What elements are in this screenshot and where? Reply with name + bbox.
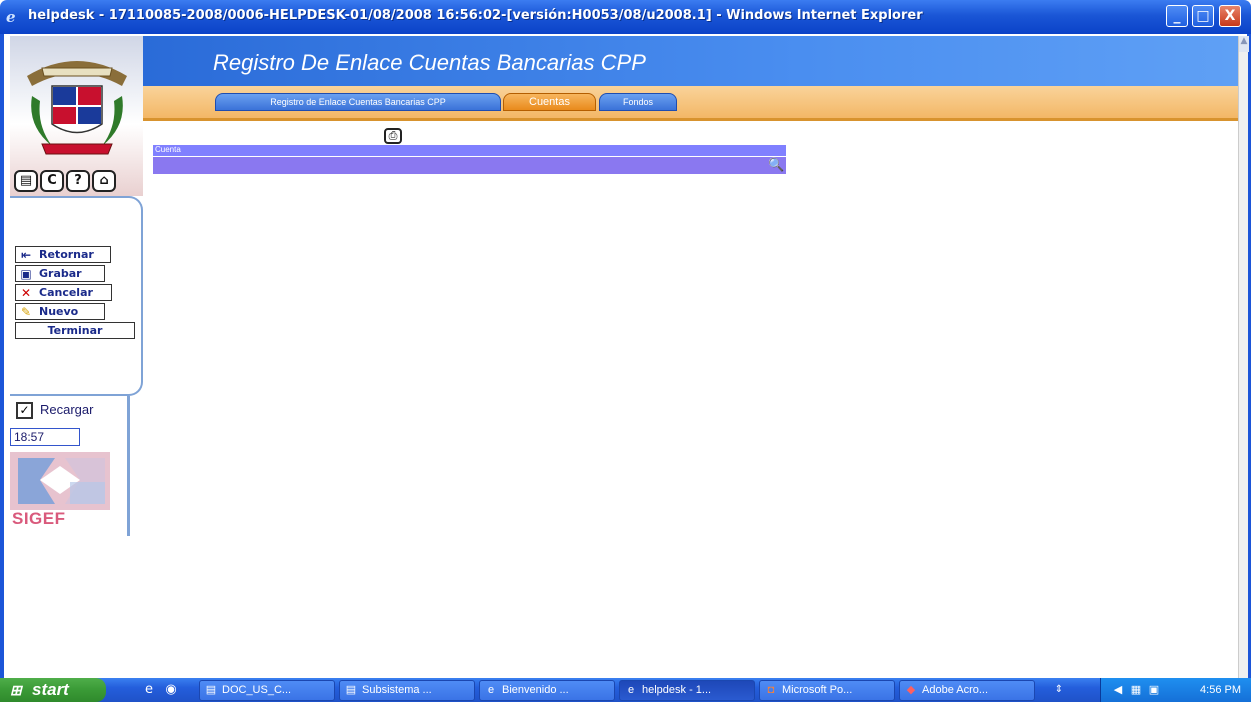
- header-divider: [143, 118, 1238, 121]
- taskbar-overflow-icon[interactable]: ⇕: [1050, 681, 1068, 699]
- grabar-label: Grabar: [39, 267, 82, 280]
- close-button[interactable]: X: [1219, 5, 1241, 27]
- window-title-bar[interactable]: e helpdesk - 17110085-2008/0006-HELPDESK…: [0, 0, 1251, 34]
- cancelar-label: Cancelar: [39, 286, 93, 299]
- sigef-logo-text: SIGEF: [12, 509, 66, 528]
- retornar-button[interactable]: ⇤ Retornar: [15, 246, 111, 263]
- taskbar-label: helpdesk - 1...: [642, 684, 712, 696]
- sidebar-header: ▤ C ? ⌂: [10, 36, 143, 196]
- pencil-icon: ✎: [20, 304, 32, 319]
- internet-explorer-icon: e: [487, 684, 495, 696]
- grid-filter-row[interactable]: 🔍: [153, 156, 786, 174]
- start-label: start: [32, 680, 69, 699]
- nuevo-label: Nuevo: [39, 305, 79, 318]
- left-sidebar: ▤ C ? ⌂ ⇤ Retornar ▣ Grabar ✕ Cancelar ✎…: [10, 36, 143, 536]
- coat-of-arms-logo: [27, 61, 127, 155]
- taskbar-label: Bienvenido ...: [502, 684, 569, 696]
- browser-content-area: [0, 34, 1251, 678]
- windows-flag-icon: ⊞: [10, 682, 22, 698]
- print-icon[interactable]: ⎙: [384, 128, 402, 144]
- terminar-button[interactable]: Terminar: [15, 322, 135, 339]
- nuevo-button[interactable]: ✎ Nuevo: [15, 303, 105, 320]
- taskbar-label: DOC_US_C...: [222, 684, 292, 696]
- retornar-label: Retornar: [39, 248, 94, 261]
- word-doc-icon: ▤: [345, 684, 357, 696]
- document-icon[interactable]: ▤: [14, 170, 38, 192]
- sidebar-footer: ✓ Recargar 18:57 SIGEF: [10, 396, 130, 536]
- window-title: helpdesk - 17110085-2008/0006-HELPDESK-0…: [28, 8, 923, 23]
- vertical-scrollbar[interactable]: ▲: [1238, 36, 1249, 678]
- taskbar-button-doc[interactable]: ▤ DOC_US_C...: [199, 680, 335, 701]
- tab-cuentas[interactable]: Cuentas: [503, 93, 596, 111]
- header-title-bar: Registro De Enlace Cuentas Bancarias CPP: [143, 36, 1238, 86]
- start-button[interactable]: ⊞ start: [0, 678, 106, 702]
- acrobat-icon: ◆: [906, 684, 916, 696]
- quicklaunch-browser-icon[interactable]: ◉: [162, 681, 180, 699]
- powerpoint-icon: ◘: [767, 684, 775, 696]
- taskbar-button-bienvenido[interactable]: e Bienvenido ...: [479, 680, 615, 701]
- cancel-icon: ✕: [20, 285, 32, 300]
- taskbar-label: Adobe Acro...: [922, 684, 989, 696]
- quicklaunch-ie-icon[interactable]: e: [140, 681, 158, 699]
- taskbar-button-acrobat[interactable]: ◆ Adobe Acro...: [899, 680, 1035, 701]
- system-tray: ◀ ▦ ▣ 4:56 PM: [1100, 678, 1251, 702]
- taskbar-label: Subsistema ...: [362, 684, 432, 696]
- tab-registro-enlace[interactable]: Registro de Enlace Cuentas Bancarias CPP: [215, 93, 501, 111]
- tray-network-icon[interactable]: ▦: [1129, 683, 1143, 697]
- taskbar-button-powerpoint[interactable]: ◘ Microsoft Po...: [759, 680, 895, 701]
- home-icon[interactable]: ⌂: [92, 170, 116, 192]
- terminar-label: Terminar: [47, 324, 103, 337]
- recargar-checkbox[interactable]: ✓: [16, 402, 33, 419]
- refresh-icon[interactable]: C: [40, 170, 64, 192]
- page-header: Registro De Enlace Cuentas Bancarias CPP…: [143, 36, 1238, 121]
- taskbar-button-subsistema[interactable]: ▤ Subsistema ...: [339, 680, 475, 701]
- actions-panel: ⇤ Retornar ▣ Grabar ✕ Cancelar ✎ Nuevo T…: [10, 196, 143, 396]
- taskbar-button-helpdesk[interactable]: e helpdesk - 1...: [619, 680, 755, 701]
- help-icon[interactable]: ?: [66, 170, 90, 192]
- word-doc-icon: ▤: [205, 684, 217, 696]
- maximize-button[interactable]: □: [1192, 5, 1214, 27]
- search-icon[interactable]: 🔍: [768, 158, 784, 174]
- grabar-button[interactable]: ▣ Grabar: [15, 265, 105, 282]
- internet-explorer-icon: e: [627, 684, 635, 696]
- time-field: 18:57: [10, 428, 80, 446]
- page-title: Registro De Enlace Cuentas Bancarias CPP: [213, 50, 646, 75]
- minimize-button[interactable]: _: [1166, 5, 1188, 27]
- back-arrow-icon: ⇤: [20, 247, 32, 262]
- internet-explorer-icon: e: [6, 8, 16, 26]
- taskbar-clock: 4:56 PM: [1200, 684, 1241, 696]
- tray-expand-icon[interactable]: ◀: [1111, 683, 1125, 697]
- grid-column-header: Cuenta: [153, 145, 786, 156]
- tab-fondos[interactable]: Fondos: [599, 93, 677, 111]
- scroll-up-arrow-icon[interactable]: ▲: [1239, 36, 1249, 52]
- taskbar-label: Microsoft Po...: [782, 684, 853, 696]
- windows-taskbar: ⊞ start e ◉ ▤ DOC_US_C... ▤ Subsistema .…: [0, 678, 1251, 702]
- cancelar-button[interactable]: ✕ Cancelar: [15, 284, 112, 301]
- tray-monitor-icon[interactable]: ▣: [1147, 683, 1161, 697]
- save-icon: ▣: [20, 266, 32, 281]
- recargar-label: Recargar: [40, 402, 94, 417]
